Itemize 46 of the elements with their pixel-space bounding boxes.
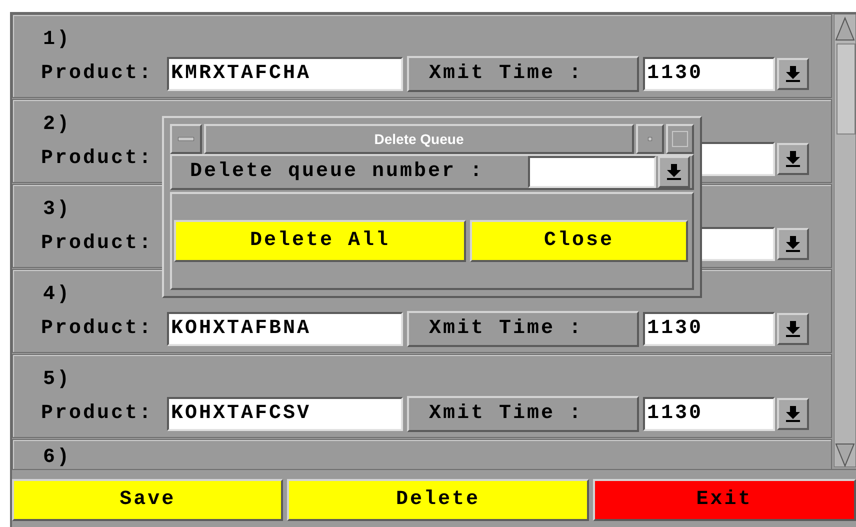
product-label: Product: (41, 146, 154, 172)
product-label: Product: (41, 231, 154, 257)
product-label: Product: (41, 316, 154, 342)
down-arrow-icon (667, 164, 681, 180)
row-number: 2) (42, 112, 72, 136)
dialog-button[interactable]: Close (470, 220, 688, 262)
dropdown-button[interactable] (777, 398, 809, 430)
dropdown-button[interactable] (777, 228, 809, 260)
time-field[interactable]: 1130 (643, 397, 775, 431)
product-label: Product: (41, 401, 154, 427)
dialog-title: Delete Queue (374, 130, 464, 149)
maximize-button[interactable] (666, 124, 694, 154)
menu-bar-icon (178, 137, 194, 141)
down-arrow-icon (786, 321, 800, 337)
down-arrow-icon (786, 151, 800, 167)
down-arrow-icon (786, 66, 800, 82)
product-field[interactable]: KOHXTAFCSV (167, 397, 403, 431)
minimize-button[interactable] (636, 124, 664, 154)
row-number: 5) (42, 367, 72, 391)
row-number: 4) (42, 282, 72, 306)
down-arrow-icon (786, 406, 800, 422)
dropdown-button[interactable] (777, 143, 809, 175)
action-button[interactable]: Exit (592, 479, 856, 521)
product-label: Product: (41, 61, 154, 87)
row-number: 1) (42, 27, 72, 51)
scrollbar-drawing[interactable] (834, 14, 856, 467)
xmit-time-label: Xmit Time : (407, 396, 639, 432)
maximize-icon (672, 131, 688, 147)
dropdown-button[interactable] (777, 313, 809, 345)
row-number: 3) (42, 197, 72, 221)
product-field[interactable]: KMRXTAFCHA (167, 57, 403, 91)
xmit-time-label: Xmit Time : (407, 56, 639, 92)
down-arrow-icon (786, 236, 800, 252)
action-button[interactable]: Delete (287, 479, 589, 521)
time-field[interactable]: 1130 (643, 57, 775, 91)
action-button[interactable]: Save (12, 479, 284, 521)
queue-number-label: Delete queue number : (190, 159, 486, 185)
queue-number-field[interactable] (528, 156, 656, 188)
product-field[interactable]: KOHXTAFBNA (167, 312, 403, 346)
dropdown-button[interactable] (658, 156, 690, 188)
dropdown-button[interactable] (777, 58, 809, 90)
time-field[interactable]: 1130 (643, 312, 775, 346)
dialog-button[interactable]: Delete All (174, 220, 466, 262)
window-menu-button[interactable] (170, 124, 202, 154)
xmit-time-label: Xmit Time : (407, 311, 639, 347)
row-number: 6) (42, 445, 72, 469)
